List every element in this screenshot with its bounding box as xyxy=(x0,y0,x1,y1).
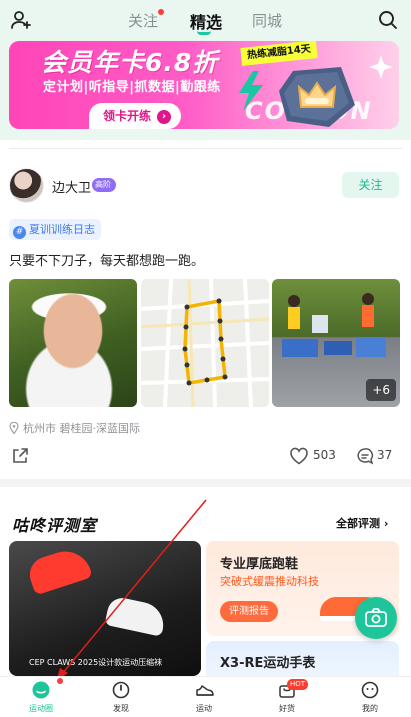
all-reviews-label: 全部评测 xyxy=(336,517,380,530)
nav-label: 运动圈 xyxy=(29,704,53,713)
review-card-watch[interactable]: X3-RE运动手表 xyxy=(206,641,399,681)
location-label: 杭州市 碧桂园·深蓝国际 xyxy=(23,422,140,435)
review-card-title: 专业厚底跑鞋 xyxy=(220,557,299,572)
nav-label: 好货 xyxy=(279,704,295,713)
running-shoe-image xyxy=(104,595,168,637)
hashtag-icon: # xyxy=(13,226,26,239)
profile-icon xyxy=(361,681,379,699)
running-shoe-image xyxy=(25,544,93,596)
like-count: 503 xyxy=(313,448,336,462)
camera-post-button[interactable] xyxy=(355,597,397,639)
route-map-graphic xyxy=(141,279,269,407)
membership-banner[interactable]: 会员年卡6.8折 定计划|听指导|抓数据|勤跟练 领卡开练› 热练减脂14天 C… xyxy=(9,41,399,129)
banner-cta-button[interactable]: 领卡开练 › xyxy=(89,103,182,129)
post-photo-route-map[interactable] xyxy=(141,279,269,407)
banner-tag: 热练减脂14天 xyxy=(240,41,318,66)
avatar[interactable] xyxy=(9,168,44,203)
divider xyxy=(9,148,402,149)
tab-follow-dot xyxy=(158,9,164,15)
review-card-socks[interactable]: CEP CLAWS 2025设计款运动压缩袜 xyxy=(9,541,201,676)
follow-button[interactable]: 关注 xyxy=(342,172,399,198)
topic-label: 夏训训练日志 xyxy=(29,223,95,236)
comment-count: 37 xyxy=(377,448,393,462)
topic-chip[interactable]: # 夏训训练日志 xyxy=(9,219,101,240)
tab-same-city[interactable]: 同城 xyxy=(252,10,282,31)
nav-goods[interactable]: HOT 好货 xyxy=(246,677,328,717)
hot-badge: HOT xyxy=(287,679,309,690)
bottom-navigation: 运动圈 发现 运动 HOT 好货 我的 xyxy=(0,676,411,717)
post-photo-group[interactable]: +6 xyxy=(272,279,400,407)
post-photo-runner[interactable] xyxy=(9,279,137,407)
review-report-button[interactable]: 评测报告 xyxy=(220,601,278,622)
banner-subtitle: 定计划|听指导|抓数据|勤跟练 xyxy=(43,80,221,95)
share-icon[interactable] xyxy=(11,447,29,465)
banner-title: 会员年卡6.8折 xyxy=(41,48,219,77)
nav-discover[interactable]: 发现 xyxy=(80,677,162,717)
banner-area: 会员年卡6.8折 定计划|听指导|抓数据|勤跟练 领卡开练› 热练减脂14天 C… xyxy=(0,40,411,140)
banner-cta-label: 领卡开练 xyxy=(103,109,152,123)
nav-community[interactable]: 运动圈 xyxy=(0,677,82,717)
active-tab-indicator xyxy=(197,31,211,35)
nav-notification-dot xyxy=(57,678,63,684)
more-photos-count[interactable]: +6 xyxy=(366,379,396,401)
review-card-subtitle: 突破式缓震推动科技 xyxy=(220,575,319,588)
review-card-caption: CEP CLAWS 2025设计款运动压缩袜 xyxy=(29,658,163,667)
tab-follow[interactable]: 关注 xyxy=(128,10,158,31)
top-bar: 关注 精选 同城 xyxy=(0,0,411,40)
heart-icon[interactable] xyxy=(289,447,309,465)
nav-label: 我的 xyxy=(362,704,378,713)
post-username[interactable]: 边大卫 xyxy=(52,177,91,196)
nav-label: 发现 xyxy=(113,704,129,713)
section-separator xyxy=(0,479,411,487)
lightning-decoration-icon xyxy=(239,71,263,111)
location-pin-icon xyxy=(9,422,19,434)
level-badge-label: 高阶 xyxy=(95,180,111,189)
community-icon xyxy=(32,681,50,699)
feed-tabs: 关注 精选 同城 xyxy=(0,0,411,40)
review-lab-title: 咕咚评测室 xyxy=(12,516,98,535)
compass-icon xyxy=(112,681,130,699)
crown-badge-icon xyxy=(279,67,355,127)
camera-icon xyxy=(365,608,387,627)
tab-featured[interactable]: 精选 xyxy=(190,9,222,33)
star-decoration-icon xyxy=(369,55,393,79)
running-shoe-icon xyxy=(196,685,214,696)
all-reviews-link[interactable]: 全部评测 › xyxy=(336,515,388,531)
comment-icon[interactable] xyxy=(356,447,374,465)
post-text: 只要不下刀子，每天都想跑一跑。 xyxy=(9,254,205,269)
feed-post: 边大卫 高阶 关注 # 夏训训练日志 只要不下刀子，每天都想跑一跑。 +6 杭州… xyxy=(0,148,411,478)
level-badge: 高阶 xyxy=(92,178,116,192)
chevron-right-icon: › xyxy=(157,110,172,124)
search-icon[interactable] xyxy=(377,9,399,31)
chevron-right-icon: › xyxy=(383,517,389,530)
photo-grid: +6 xyxy=(9,279,401,407)
nav-label: 运动 xyxy=(196,704,212,713)
nav-profile[interactable]: 我的 xyxy=(329,677,411,717)
review-card-title: X3-RE运动手表 xyxy=(220,656,316,671)
post-location: 杭州市 碧桂园·深蓝国际 xyxy=(9,420,140,436)
nav-sports[interactable]: 运动 xyxy=(163,677,245,717)
